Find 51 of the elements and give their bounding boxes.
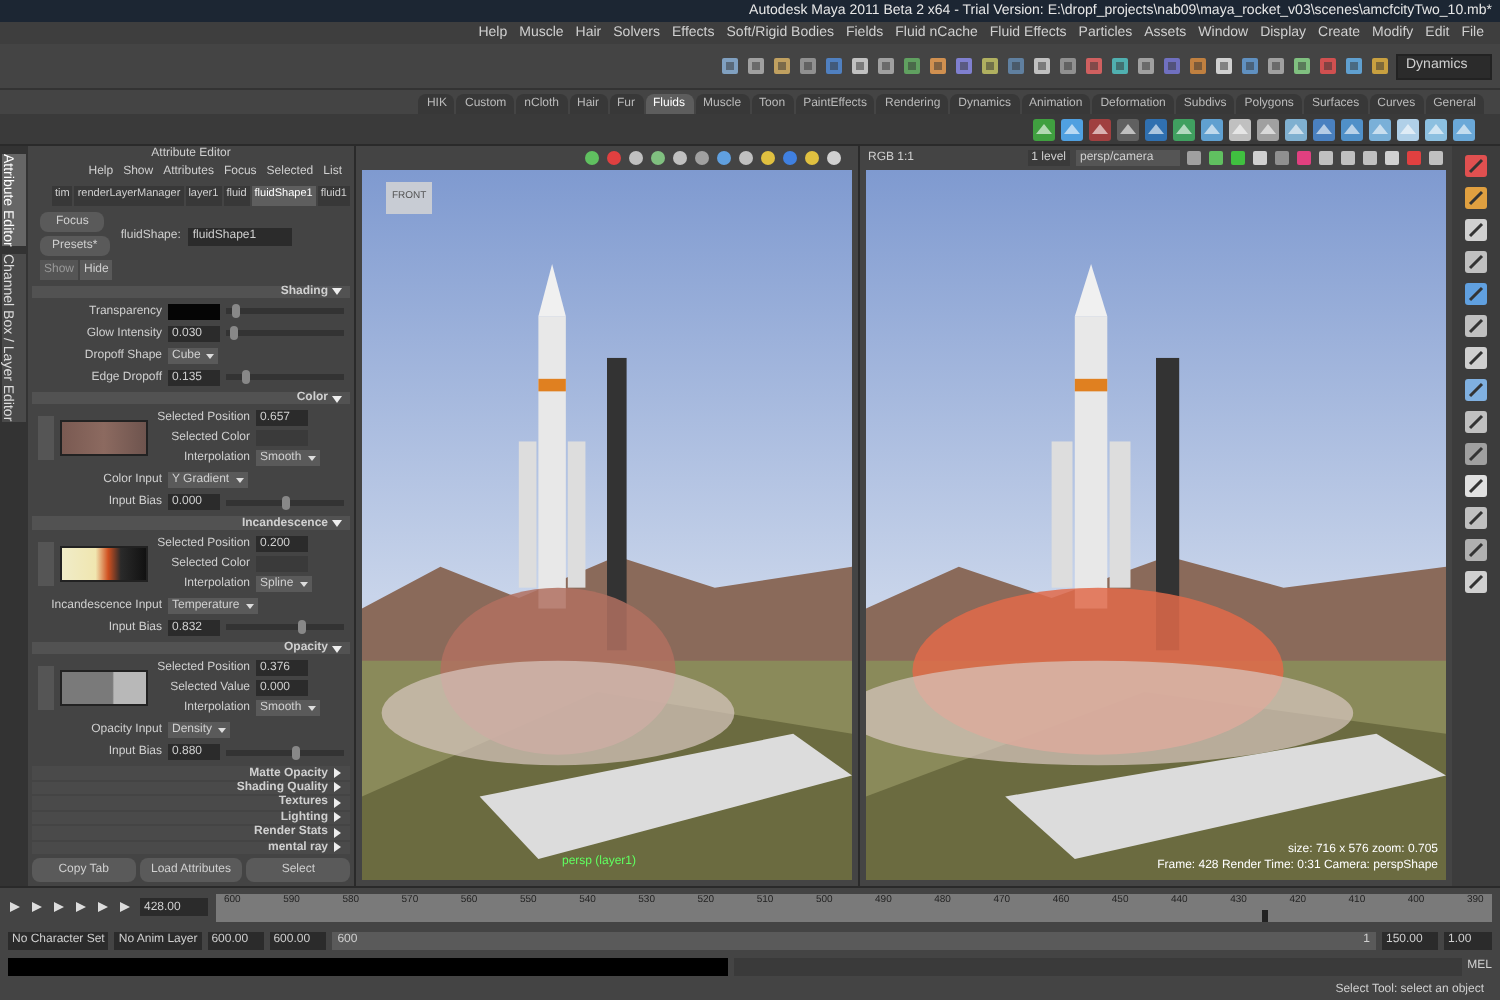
slider[interactable] <box>226 326 344 341</box>
shelf-icon[interactable] <box>1312 117 1336 141</box>
shelf-icon[interactable] <box>1144 117 1168 141</box>
caret-icon <box>299 579 308 588</box>
color-swatch[interactable] <box>256 555 308 572</box>
shelf-icon[interactable] <box>1256 117 1280 141</box>
collapse-arrow-icon[interactable] <box>332 286 342 297</box>
shelf-icon[interactable] <box>1396 117 1420 141</box>
shelf-icon[interactable] <box>1060 117 1084 141</box>
tool-icon[interactable] <box>1464 282 1488 306</box>
caret-icon <box>206 351 215 360</box>
slider[interactable] <box>226 304 344 319</box>
caret-icon <box>218 726 227 735</box>
ramp-graph[interactable] <box>60 545 148 582</box>
caret-icon <box>245 601 254 610</box>
color-swatch[interactable] <box>256 430 308 447</box>
shelf-icon[interactable] <box>1452 117 1476 141</box>
tool-icon[interactable] <box>1464 538 1488 562</box>
caret-icon <box>307 704 316 713</box>
slider[interactable] <box>226 370 344 385</box>
tool-icon[interactable] <box>1464 186 1488 210</box>
slider[interactable] <box>226 495 344 510</box>
caret-icon <box>235 476 244 485</box>
tool-icon[interactable] <box>1464 442 1488 466</box>
color-swatch[interactable] <box>168 303 220 320</box>
tool-icon[interactable] <box>1464 218 1488 242</box>
shelf-icon[interactable] <box>1200 117 1224 141</box>
collapse-arrow-icon[interactable] <box>332 393 342 404</box>
ramp-graph[interactable] <box>60 670 148 707</box>
shelf-icon[interactable] <box>1424 117 1448 141</box>
collapse-arrow-icon[interactable] <box>332 518 342 529</box>
tool-icon[interactable] <box>1464 410 1488 434</box>
collapse-arrow-icon[interactable] <box>332 643 342 654</box>
tool-icon[interactable] <box>1464 506 1488 530</box>
tool-icon[interactable] <box>1464 346 1488 370</box>
tool-icon[interactable] <box>1464 570 1488 594</box>
shelf-icon[interactable] <box>1284 117 1308 141</box>
tool-icon[interactable] <box>1464 314 1488 338</box>
tool-icon[interactable] <box>1464 378 1488 402</box>
shelf-icon[interactable] <box>1340 117 1364 141</box>
shelf-icon[interactable] <box>1088 117 1112 141</box>
shelf-icon[interactable] <box>1228 117 1252 141</box>
slider[interactable] <box>226 620 344 635</box>
shelf-icon[interactable] <box>1172 117 1196 141</box>
caret-icon <box>307 454 316 463</box>
shelf-icon[interactable] <box>1032 117 1056 141</box>
tool-icon[interactable] <box>1464 250 1488 274</box>
tool-icon[interactable] <box>1464 474 1488 498</box>
slider[interactable] <box>226 745 344 760</box>
shelf-icon[interactable] <box>1368 117 1392 141</box>
shelf-icon[interactable] <box>1116 117 1140 141</box>
